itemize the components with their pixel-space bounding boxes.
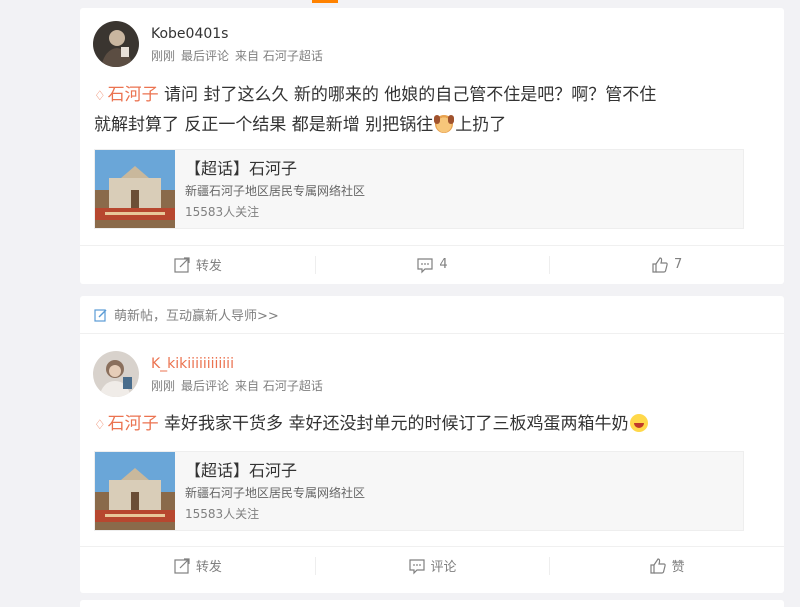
comment-label: 评论 (430, 560, 457, 575)
post-text-line: 上扔了 (455, 115, 507, 135)
repost-button[interactable]: 转发 (80, 246, 315, 283)
comment-icon (417, 257, 433, 273)
post-meta: 刚刚 最后评论 来自 石河子超话 (151, 378, 329, 394)
topic-title[interactable]: 【超话】石河子 (185, 460, 297, 482)
like-label: 赞 (671, 560, 685, 575)
post-meta: 刚刚 最后评论 来自 石河子超话 (151, 48, 329, 64)
like-button[interactable]: 7 (549, 246, 784, 283)
post-card: 萌新帖，互动赢新人导师>> K_kikiiiiiiiiiiii 刚刚 最后评论 来自… (80, 296, 784, 593)
comment-icon (408, 558, 425, 574)
diamond-icon: ♢ (94, 418, 106, 433)
topic-link[interactable]: ♢ 石河子 (94, 85, 159, 105)
comment-button[interactable]: 评论 (314, 547, 550, 584)
post-text: ♢ 石河子 幸好我家干货多 幸好还没封单元的时候订了三板鸡蛋两箱牛奶 (94, 410, 754, 440)
topic-title[interactable]: 【超话】石河子 (185, 158, 297, 180)
username[interactable]: K_kikiiiiiiiiiiii (151, 354, 234, 374)
post-text-line: 幸好我家干货多 幸好还没封单元的时候订了三板鸡蛋两箱牛奶 (158, 414, 629, 434)
topic-follow-count: 15583人关注 (185, 205, 260, 219)
topic-card[interactable]: 【超话】石河子 新疆石河子地区居民专属网络社区 15583人关注 (94, 149, 744, 229)
avatar[interactable] (93, 351, 139, 397)
action-bar: 转发 评论 赞 (80, 546, 784, 584)
post-card (80, 600, 784, 607)
topic-link[interactable]: ♢ 石河子 (94, 414, 159, 434)
topic-follow-count: 15583人关注 (185, 507, 260, 521)
repost-icon (174, 557, 190, 574)
avatar[interactable] (93, 21, 139, 67)
repost-icon (174, 256, 190, 273)
thumbs-up-icon (650, 557, 666, 574)
dog-emoji-icon (434, 115, 455, 133)
post-text: ♢ 石河子 请问 封了这么久 新的哪来的 他娘的自己管不住是吧？啊？管不住 就解封… (94, 81, 754, 139)
repost-button[interactable]: 转发 (80, 547, 315, 584)
username[interactable]: Kobe0401s (151, 24, 228, 44)
meta-label: 最后评论 (181, 379, 230, 393)
topic-card[interactable]: 【超话】石河子 新疆石河子地区居民专属网络社区 15583人关注 (94, 451, 744, 531)
diamond-icon: ♢ (94, 89, 106, 104)
action-bar: 转发 4 7 (80, 245, 784, 283)
post-text-line: 请问 封了这么久 新的哪来的 他娘的自己管不住是吧？啊？管不住 (158, 85, 657, 105)
comment-count: 4 (439, 257, 448, 272)
newbie-banner-text: 萌新帖，互动赢新人导师>> (114, 309, 279, 324)
grinning-sweat-emoji-icon (630, 414, 649, 432)
newbie-banner[interactable]: 萌新帖，互动赢新人导师>> (80, 296, 784, 334)
post-source[interactable]: 来自 石河子超话 (235, 49, 323, 63)
topic-description: 新疆石河子地区居民专属网络社区 (185, 184, 366, 198)
edit-note-icon (94, 308, 107, 322)
post-time[interactable]: 刚刚 (151, 49, 175, 63)
post-source[interactable]: 来自 石河子超话 (235, 379, 323, 393)
thumbs-up-icon (652, 256, 668, 273)
like-button[interactable]: 赞 (549, 547, 784, 584)
post-time[interactable]: 刚刚 (151, 379, 175, 393)
tab-indicator (312, 0, 338, 3)
repost-label: 转发 (195, 259, 222, 274)
topic-thumbnail (95, 452, 175, 530)
repost-label: 转发 (195, 560, 222, 575)
post-card: Kobe0401s 刚刚 最后评论 来自 石河子超话 ♢ 石河子 请问 封了这么久 新… (80, 8, 784, 284)
post-text-line: 就解封算了 反正一个结果 都是新增 别把锅往 (94, 115, 434, 135)
topic-thumbnail (95, 150, 175, 228)
comment-button[interactable]: 4 (314, 246, 550, 283)
weibo-feed: Kobe0401s 刚刚 最后评论 来自 石河子超话 ♢ 石河子 请问 封了这么久 新… (0, 0, 800, 607)
meta-label: 最后评论 (181, 49, 230, 63)
like-count: 7 (674, 257, 683, 272)
topic-description: 新疆石河子地区居民专属网络社区 (185, 486, 366, 500)
